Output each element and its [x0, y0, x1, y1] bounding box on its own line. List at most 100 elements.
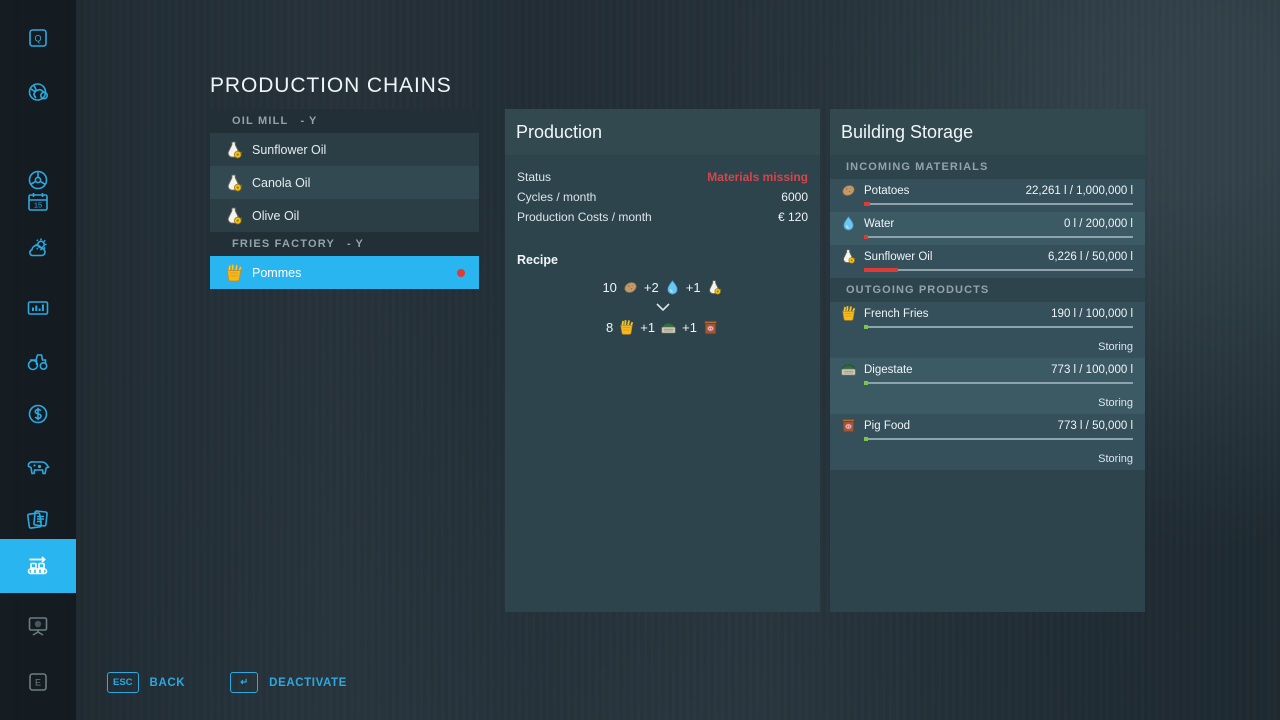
tractor-icon [25, 348, 51, 374]
storage-item-amount: 190 l / 100,000 l [1051, 307, 1133, 320]
storage-fill-bar [864, 381, 1133, 385]
storage-row[interactable]: Potatoes 22,261 l / 1,000,000 l [830, 179, 1145, 212]
storage-fill-bar [864, 268, 1133, 272]
calendar-15-icon: 15 [25, 189, 51, 215]
potato-icon [840, 182, 857, 199]
production-stat-row: Production Costs / month € 120 [505, 207, 820, 227]
sidebar-item-contracts[interactable] [0, 492, 76, 546]
sun-cloud-icon [25, 235, 51, 261]
sidebar-item-vehicles[interactable] [0, 334, 76, 388]
storing-label: Storing [1098, 452, 1133, 465]
oil-bottle-icon [840, 248, 857, 265]
storage-fill-bar [864, 325, 1133, 329]
storage-group-header: OUTGOING PRODUCTS [830, 278, 1145, 302]
storing-label: Storing [1098, 396, 1133, 409]
main-sidebar: Q 15 E [0, 0, 76, 720]
storage-row[interactable]: Sunflower Oil 6,226 l / 50,000 l [830, 245, 1145, 278]
storage-item-amount: 773 l / 100,000 l [1051, 363, 1133, 376]
storage-fill-bar [864, 202, 1133, 206]
deactivate-label[interactable]: DEACTIVATE [269, 677, 347, 689]
chain-group-hotkey: - Y [347, 238, 364, 250]
fries-icon [224, 263, 244, 283]
chain-item-label: Canola Oil [252, 175, 311, 190]
chain-list-item[interactable]: Olive Oil [210, 199, 479, 232]
chain-item-label: Sunflower Oil [252, 142, 327, 157]
back-label[interactable]: BACK [150, 677, 186, 689]
recipe-amount: 10 [602, 279, 617, 295]
water-drop-icon [840, 215, 857, 232]
stat-value: € 120 [777, 210, 808, 224]
footer-hints: ESC BACK ↵ DEACTIVATE [107, 672, 347, 693]
storage-row[interactable]: Water 0 l / 200,000 l [830, 212, 1145, 245]
status-dot [457, 268, 465, 277]
sidebar-item-gallery[interactable] [0, 599, 76, 653]
sidebar-item-weather[interactable] [0, 221, 76, 275]
page-title: PRODUCTION CHAINS [210, 74, 452, 97]
storage-item-name: Digestate [864, 363, 913, 376]
recipe-amount: +1 [640, 319, 656, 335]
e-key-icon: E [25, 669, 51, 695]
chain-group-name: OIL MILL [232, 115, 289, 127]
storage-row[interactable]: Pig Food 773 l / 50,000 l [830, 414, 1145, 447]
chain-list-item[interactable]: Canola Oil [210, 166, 479, 199]
easel-icon [25, 613, 51, 639]
storage-panel-title: Building Storage [830, 109, 1145, 155]
storage-item-name: Pig Food [864, 419, 911, 432]
sidebar-item-quick-menu[interactable]: Q [0, 11, 76, 65]
storage-row[interactable]: Digestate 773 l / 100,000 l [830, 358, 1145, 391]
chain-list-item[interactable]: Pommes [210, 256, 479, 289]
sidebar-item-exit[interactable]: E [0, 655, 76, 709]
recipe-heading: Recipe [517, 253, 558, 267]
bar-chart-icon [25, 295, 51, 321]
storage-row-substatus: Storing [830, 447, 1145, 470]
storage-fill-bar [864, 235, 1133, 239]
sidebar-item-finances[interactable] [0, 387, 76, 441]
storage-row-substatus: Storing [830, 391, 1145, 414]
chain-group-header: FRIES FACTORY - Y [210, 232, 479, 256]
storage-fill-bar [864, 437, 1133, 441]
oil-bottle-icon [224, 173, 244, 193]
production-panel-title: Production [505, 109, 820, 155]
chain-list-item[interactable]: Sunflower Oil [210, 133, 479, 166]
storage-item-amount: 22,261 l / 1,000,000 l [1025, 184, 1133, 197]
potato-icon [622, 279, 639, 296]
sidebar-item-production[interactable] [0, 539, 76, 593]
recipe-inputs: 10 +2 +1 [505, 275, 820, 299]
stat-label: Cycles / month [517, 190, 597, 204]
building-storage-panel: Building Storage INCOMING MATERIALS Potat… [830, 109, 1145, 612]
storage-row[interactable]: French Fries 190 l / 100,000 l [830, 302, 1145, 335]
sidebar-item-map[interactable] [0, 65, 76, 119]
dollar-circle-icon [25, 401, 51, 427]
chain-item-label: Pommes [252, 265, 302, 280]
cow-icon [25, 454, 51, 480]
production-stat-row: Cycles / month 6000 [505, 187, 820, 207]
recipe-arrow-icon [505, 299, 820, 315]
enter-key-icon[interactable]: ↵ [230, 672, 259, 693]
q-key-icon: Q [25, 25, 51, 51]
storage-item-name: Potatoes [864, 184, 910, 197]
stat-label: Production Costs / month [517, 210, 652, 224]
digestate-icon [660, 319, 677, 336]
production-chains-list: OIL MILL - Y Sunflower Oil Canola Oil Olive … [210, 109, 479, 289]
oil-bottle-icon [224, 206, 244, 226]
production-stat-row: Status Materials missing [505, 167, 820, 187]
fries-icon [618, 319, 635, 336]
oil-bottle-icon [706, 279, 723, 296]
pig-food-icon [702, 319, 719, 336]
sidebar-item-statistics[interactable] [0, 281, 76, 335]
oil-bottle-icon [224, 140, 244, 160]
chain-group-name: FRIES FACTORY [232, 238, 335, 250]
fries-icon [840, 305, 857, 322]
storing-label: Storing [1098, 340, 1133, 353]
recipe-amount: 8 [606, 319, 614, 335]
sidebar-item-animals[interactable] [0, 440, 76, 494]
chain-group-hotkey: - Y [300, 115, 318, 127]
stat-label: Status [517, 170, 552, 184]
recipe-amount: +1 [685, 279, 701, 295]
esc-key-icon[interactable]: ESC [107, 672, 139, 693]
water-drop-icon [664, 279, 681, 296]
storage-item-amount: 6,226 l / 50,000 l [1047, 250, 1133, 263]
svg-text:Q: Q [34, 34, 41, 44]
digestate-icon [840, 361, 857, 378]
recipe-amount: +1 [682, 319, 697, 335]
